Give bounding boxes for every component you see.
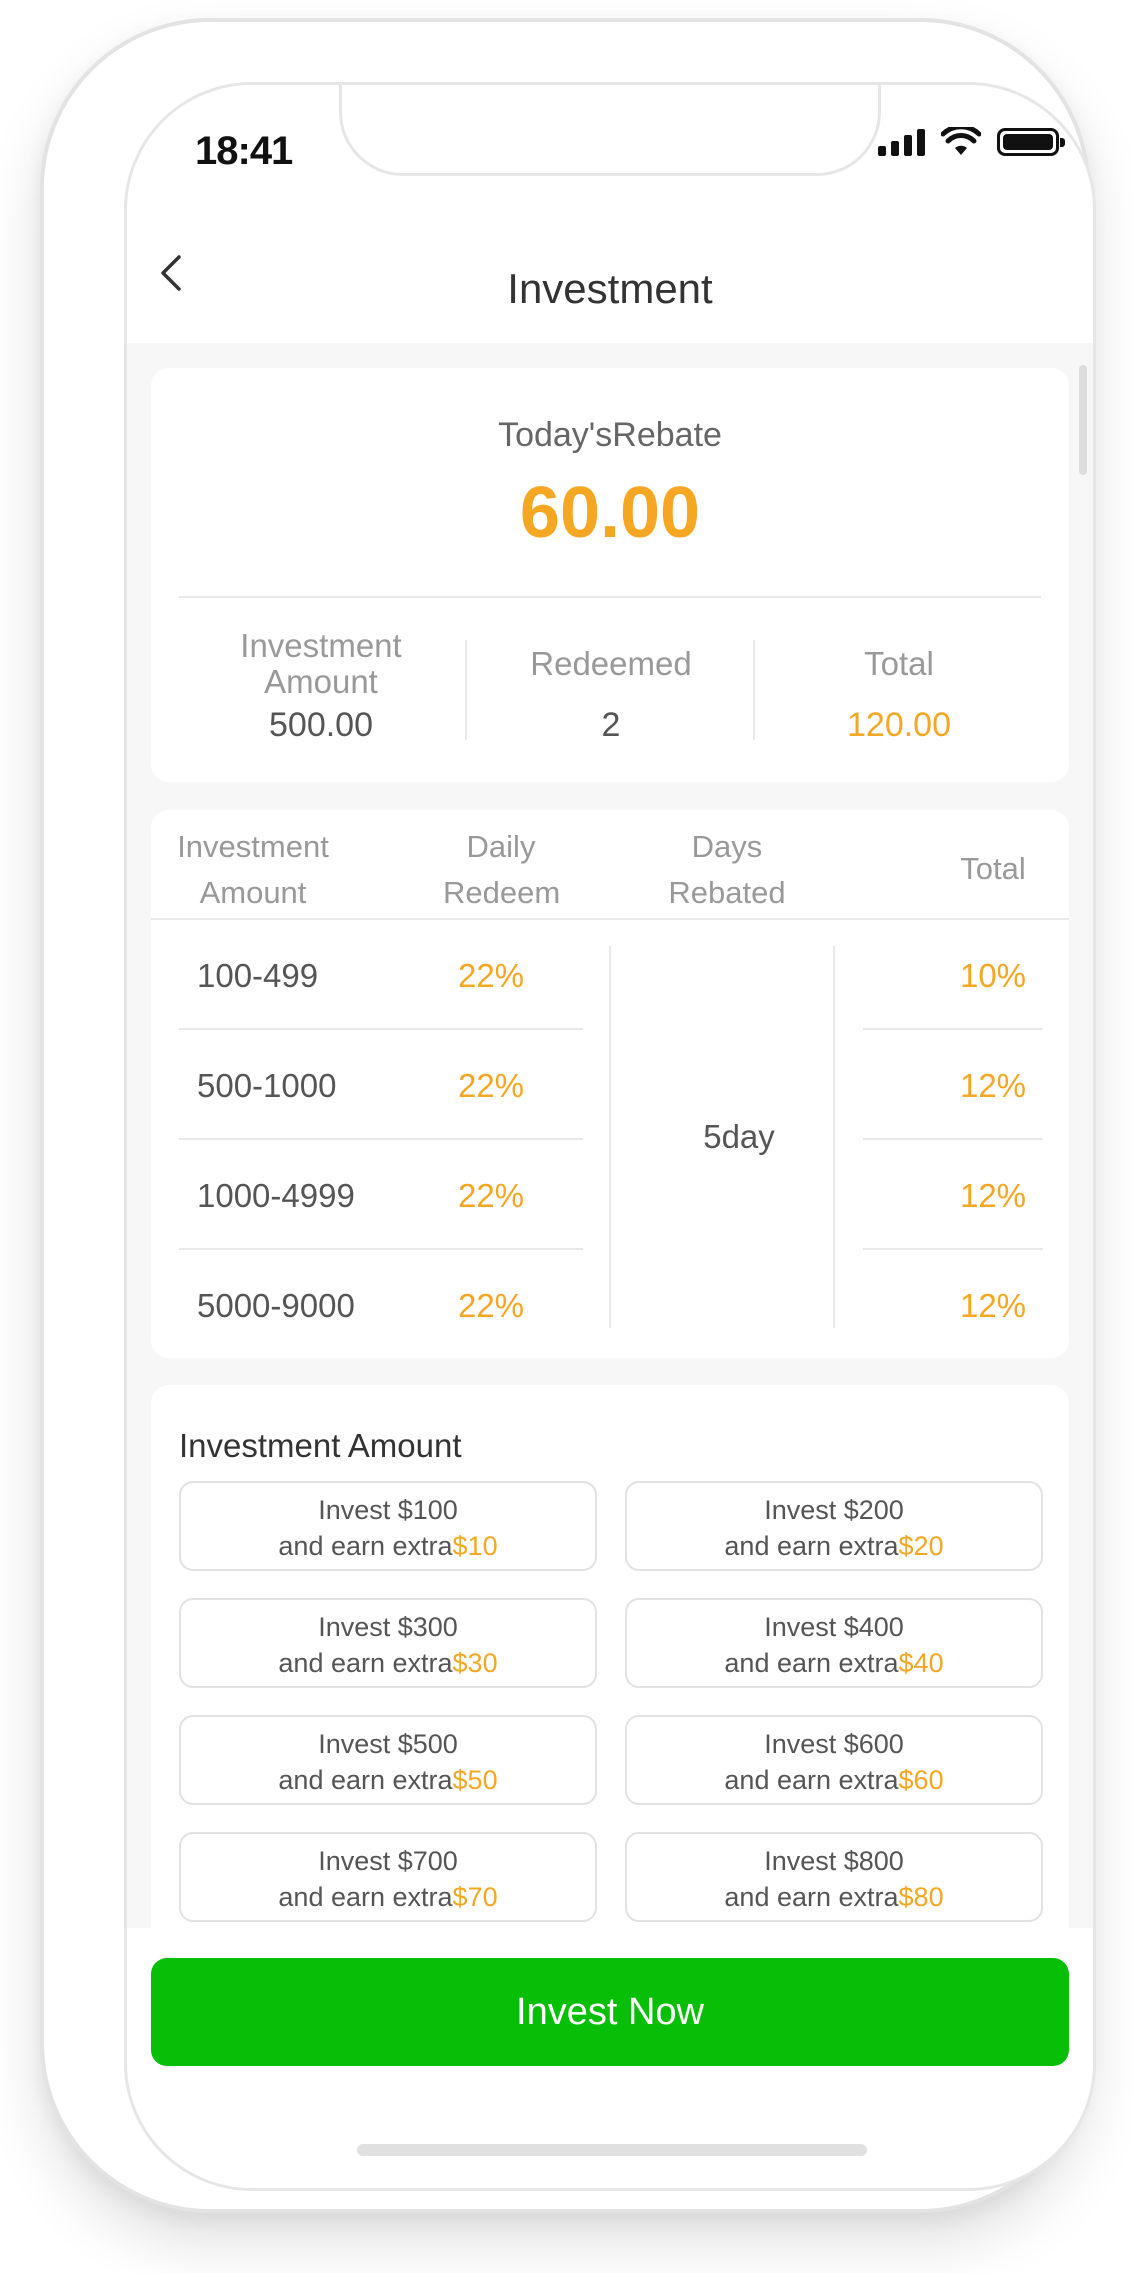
table-cell-range: 500-1000 [197, 1067, 337, 1104]
option-extra: $20 [898, 1531, 944, 1561]
option-line2: and earn extra$70 [278, 1882, 498, 1912]
stat-value: 2 [601, 706, 621, 744]
stat-value: 500.00 [269, 706, 373, 744]
signal-icon [878, 128, 925, 156]
option-line2: and earn extra$60 [724, 1765, 944, 1795]
stat-label: Redeemed [530, 645, 692, 682]
invest-option-200[interactable]: Invest $200 and earn extra$20 [625, 1481, 1043, 1571]
option-line2: and earn extra$40 [724, 1648, 944, 1678]
stat-investment-amount: Investment Amount 500.00 [177, 626, 465, 745]
stat-value: 120.00 [847, 706, 951, 744]
option-line1: Invest $800 [764, 1846, 904, 1876]
divider [179, 1028, 583, 1030]
table-cell-range: 100-499 [197, 957, 319, 994]
option-line1: Invest $100 [318, 1495, 458, 1525]
option-extra: $40 [898, 1648, 944, 1678]
rebate-value: 60.00 [519, 473, 701, 553]
table-cell-range: 1000-4999 [197, 1177, 355, 1214]
option-extra: $80 [898, 1882, 944, 1912]
invest-option-700[interactable]: Invest $700 and earn extra$70 [179, 1832, 597, 1922]
table-header-days-rebated: Days Rebated [668, 829, 786, 910]
table-cell-daily: 22% [457, 957, 525, 994]
rebate-table-card: Investment Amount Daily Redeem Days Reba… [151, 810, 1069, 1358]
option-line1: Invest $400 [764, 1612, 904, 1642]
table-cell-total: 10% [959, 957, 1027, 994]
table-cell-total: 12% [959, 1287, 1027, 1324]
invest-option-600[interactable]: Invest $600 and earn extra$60 [625, 1715, 1043, 1805]
option-line1: Invest $600 [764, 1729, 904, 1759]
table-cell-total: 12% [959, 1067, 1027, 1104]
scrollbar[interactable] [1079, 365, 1087, 475]
table-cell-daily: 22% [457, 1177, 525, 1214]
table-header-investment-amount: Investment Amount [177, 829, 329, 910]
option-line2: and earn extra$80 [724, 1882, 944, 1912]
status-time: 18:41 [195, 129, 293, 173]
option-line1: Invest $300 [318, 1612, 458, 1642]
divider [179, 1248, 583, 1250]
invest-option-100[interactable]: Invest $100 and earn extra$10 [179, 1481, 597, 1571]
option-line2: and earn extra$50 [278, 1765, 498, 1795]
divider [863, 1028, 1043, 1030]
page-title: Investment [507, 265, 713, 312]
divider [863, 1248, 1043, 1250]
option-line1: Invest $700 [318, 1846, 458, 1876]
rebate-label: Today'sRebate [498, 416, 722, 454]
option-extra: $30 [452, 1648, 498, 1678]
invest-now-button[interactable]: Invest Now [151, 1958, 1069, 2066]
divider [833, 946, 835, 1328]
option-line1: Invest $200 [764, 1495, 904, 1525]
stat-label: Investment Amount [240, 627, 402, 700]
divider [179, 1138, 583, 1140]
home-indicator[interactable] [357, 2144, 867, 2156]
divider [179, 596, 1041, 598]
option-line1: Invest $500 [318, 1729, 458, 1759]
investment-options-card: Investment Amount Invest $100 and earn e… [151, 1385, 1069, 1947]
option-extra: $50 [452, 1765, 498, 1795]
invest-option-500[interactable]: Invest $500 and earn extra$50 [179, 1715, 597, 1805]
divider [151, 918, 1069, 920]
divider [863, 1138, 1043, 1140]
days-rebated-value: 5day [703, 1118, 775, 1155]
phone-notch [339, 85, 881, 176]
table-cell-daily: 22% [457, 1067, 525, 1104]
option-extra: $60 [898, 1765, 944, 1795]
bottom-action-bar: Invest Now [127, 1928, 1093, 2188]
table-cell-total: 12% [959, 1177, 1027, 1214]
table-header-total: Total [960, 851, 1026, 886]
stat-label: Total [864, 645, 934, 682]
invest-option-300[interactable]: Invest $300 and earn extra$30 [179, 1598, 597, 1688]
stat-redeemed: Redeemed 2 [467, 626, 755, 745]
status-icons [878, 127, 1065, 157]
invest-option-400[interactable]: Invest $400 and earn extra$40 [625, 1598, 1043, 1688]
phone-frame: 18:41 Investment Today'sRebate 60.00 Inv… [40, 18, 1096, 2213]
option-extra: $70 [452, 1882, 498, 1912]
invest-option-800[interactable]: Invest $800 and earn extra$80 [625, 1832, 1043, 1922]
option-line2: and earn extra$20 [724, 1531, 944, 1561]
section-title: Investment Amount [179, 1427, 462, 1464]
battery-icon [997, 128, 1065, 156]
option-extra: $10 [452, 1531, 498, 1561]
option-line2: and earn extra$30 [278, 1648, 498, 1678]
table-header-daily-redeem: Daily Redeem [443, 829, 561, 910]
stat-total: Total 120.00 [755, 626, 1043, 745]
table-cell-range: 5000-9000 [197, 1287, 355, 1324]
divider [609, 946, 611, 1328]
phone-screen: 18:41 Investment Today'sRebate 60.00 Inv… [124, 82, 1096, 2191]
table-cell-daily: 22% [457, 1287, 525, 1324]
wifi-icon [941, 127, 981, 155]
option-line2: and earn extra$10 [278, 1531, 498, 1561]
nav-bar: Investment [127, 203, 1093, 343]
rebate-summary-card: Today'sRebate 60.00 Investment Amount 50… [151, 368, 1069, 782]
